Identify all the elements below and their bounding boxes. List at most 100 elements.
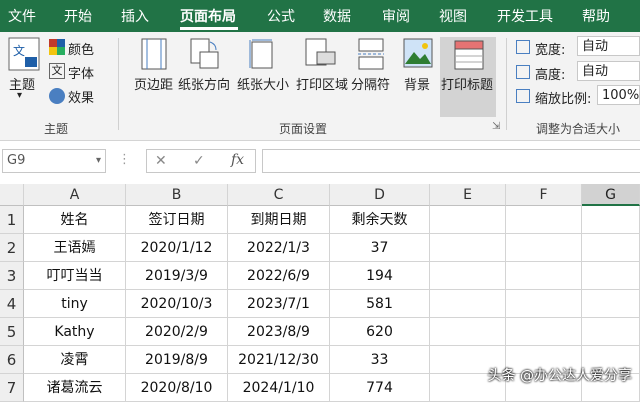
tab-help[interactable]: 帮助 [582, 6, 610, 26]
print-area-button[interactable]: 打印区域 [296, 74, 348, 93]
name-box[interactable]: G9 ▾ [2, 149, 106, 173]
orientation-button[interactable]: 纸张方向 [178, 74, 230, 93]
cell[interactable]: 2019/3/9 [126, 262, 228, 290]
cell[interactable] [582, 318, 640, 346]
scale-input[interactable]: 100% [597, 85, 640, 105]
colors-button[interactable]: 颜色 [68, 39, 94, 58]
cell[interactable]: 诸葛流云 [24, 374, 126, 402]
column-header[interactable]: A [24, 184, 126, 206]
cell[interactable]: 凌霄 [24, 346, 126, 374]
row-header[interactable]: 2 [0, 234, 24, 262]
row-header[interactable]: 4 [0, 290, 24, 318]
cell[interactable]: 王语嫣 [24, 234, 126, 262]
print-area-icon [305, 38, 337, 70]
ribbon: 文 主题 ▾ 颜色 文 字体 效果 主题 页边距 纸张方向 纸张大小 打印区域 … [0, 32, 640, 141]
width-select[interactable]: 自动 [577, 36, 640, 56]
cell[interactable]: 2020/2/9 [126, 318, 228, 346]
column-header-selected[interactable]: G [582, 184, 640, 206]
fonts-icon: 文 [49, 63, 65, 79]
fonts-button[interactable]: 字体 [68, 63, 94, 82]
cell[interactable]: Kathy [24, 318, 126, 346]
cell[interactable]: 剩余天数 [330, 206, 430, 234]
cell[interactable]: 签订日期 [126, 206, 228, 234]
cell[interactable] [506, 262, 582, 290]
cell[interactable]: 2020/1/12 [126, 234, 228, 262]
cell[interactable]: 2022/6/9 [228, 262, 330, 290]
effects-button[interactable]: 效果 [68, 87, 94, 106]
cell[interactable]: 33 [330, 346, 430, 374]
row-header[interactable]: 1 [0, 206, 24, 234]
height-select[interactable]: 自动 [577, 61, 640, 81]
chevron-down-icon[interactable]: ▾ [17, 90, 22, 101]
cell[interactable] [430, 318, 506, 346]
margins-icon [141, 38, 167, 70]
cell[interactable]: 2020/8/10 [126, 374, 228, 402]
cell[interactable]: 581 [330, 290, 430, 318]
tab-file[interactable]: 文件 [8, 6, 36, 26]
cell[interactable] [430, 234, 506, 262]
cell[interactable]: 姓名 [24, 206, 126, 234]
tab-insert[interactable]: 插入 [121, 6, 149, 26]
cell[interactable]: 2020/10/3 [126, 290, 228, 318]
themes-icon[interactable]: 文 [8, 37, 40, 71]
cell[interactable]: 叮叮当当 [24, 262, 126, 290]
tab-developer[interactable]: 开发工具 [497, 6, 553, 26]
cell[interactable]: 2023/8/9 [228, 318, 330, 346]
row-header[interactable]: 7 [0, 374, 24, 402]
cell[interactable] [582, 206, 640, 234]
column-header[interactable]: B [126, 184, 228, 206]
cell[interactable] [582, 234, 640, 262]
width-label: 宽度: [535, 43, 566, 58]
scale-icon [516, 89, 530, 103]
fx-icon[interactable]: fx [231, 152, 244, 168]
tab-review[interactable]: 审阅 [382, 6, 410, 26]
select-all-corner[interactable] [0, 184, 24, 206]
cell[interactable] [582, 262, 640, 290]
print-titles-button[interactable]: 打印标题 [441, 74, 493, 93]
row-header[interactable]: 5 [0, 318, 24, 346]
scale-group-label: 调整为合适大小 [536, 122, 621, 136]
column-header[interactable]: C [228, 184, 330, 206]
group-divider [506, 38, 507, 130]
cell[interactable]: tiny [24, 290, 126, 318]
row-header[interactable]: 3 [0, 262, 24, 290]
cell[interactable]: 774 [330, 374, 430, 402]
cell[interactable]: 2021/12/30 [228, 346, 330, 374]
enter-icon[interactable]: ✓ [193, 153, 205, 169]
cell[interactable]: 2019/8/9 [126, 346, 228, 374]
tab-home[interactable]: 开始 [64, 6, 92, 26]
cell[interactable]: 37 [330, 234, 430, 262]
row-header[interactable]: 6 [0, 346, 24, 374]
cell[interactable]: 到期日期 [228, 206, 330, 234]
column-header[interactable]: D [330, 184, 430, 206]
cell[interactable] [430, 206, 506, 234]
name-box-value: G9 [7, 153, 26, 168]
cell[interactable]: 194 [330, 262, 430, 290]
cell[interactable]: 2024/1/10 [228, 374, 330, 402]
tab-page-layout[interactable]: 页面布局 [180, 6, 236, 26]
tab-data[interactable]: 数据 [323, 6, 351, 26]
breaks-button[interactable]: 分隔符 [351, 74, 390, 93]
dialog-launcher-icon[interactable]: ⇲ [492, 121, 500, 132]
tab-view[interactable]: 视图 [439, 6, 467, 26]
cell[interactable] [430, 290, 506, 318]
cell[interactable]: 2023/7/1 [228, 290, 330, 318]
formula-buttons: ✕ ✓ fx [146, 149, 256, 173]
column-header[interactable]: E [430, 184, 506, 206]
tab-formulas[interactable]: 公式 [267, 6, 295, 26]
formula-input[interactable] [262, 149, 640, 173]
size-button[interactable]: 纸张大小 [237, 74, 289, 93]
cancel-icon[interactable]: ✕ [155, 153, 167, 169]
background-button[interactable]: 背景 [404, 74, 430, 93]
column-header[interactable]: F [506, 184, 582, 206]
cell[interactable] [506, 290, 582, 318]
cell[interactable]: 620 [330, 318, 430, 346]
cell[interactable] [506, 206, 582, 234]
cell[interactable]: 2022/1/3 [228, 234, 330, 262]
cell[interactable] [506, 318, 582, 346]
cell[interactable] [582, 290, 640, 318]
margins-button[interactable]: 页边距 [134, 74, 173, 93]
cell[interactable] [506, 234, 582, 262]
cell[interactable] [430, 262, 506, 290]
chevron-down-icon[interactable]: ▾ [96, 150, 101, 172]
